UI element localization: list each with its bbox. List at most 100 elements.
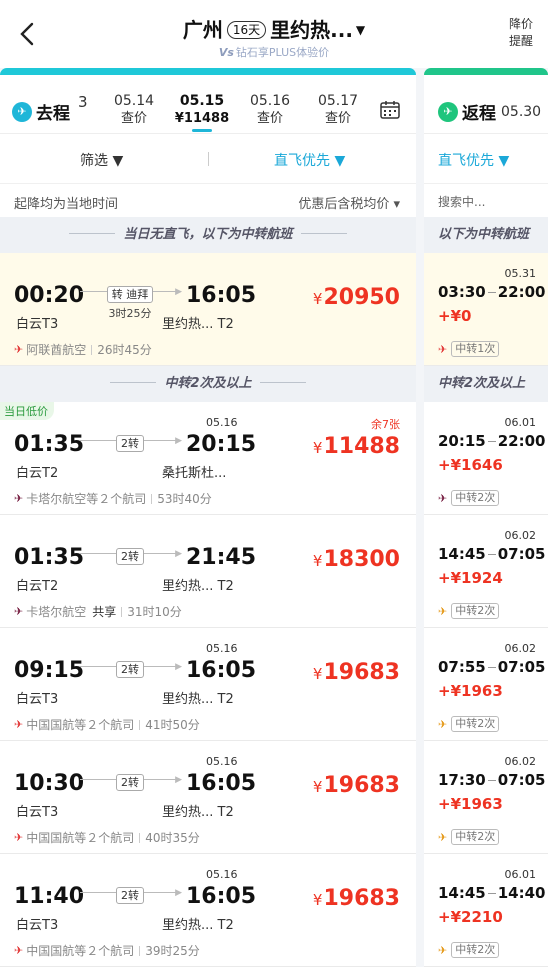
return-label-text: 返程: [462, 104, 496, 124]
return-flight-card[interactable]: 06.01 20:15 22:00 +¥1646 ✈ 中转2次: [424, 402, 548, 515]
date-tab-0517[interactable]: 05.17 查价: [308, 93, 368, 127]
return-flight-card[interactable]: 06.02 07:55 07:05 +¥1963 ✈ 中转2次: [424, 628, 548, 741]
divider: [151, 493, 153, 504]
trip-days-badge: 16天: [226, 21, 267, 39]
arrival-time: 16:05: [186, 771, 257, 796]
arrival-time: 21:45: [186, 545, 257, 570]
date-tab-0516[interactable]: 05.16 查价: [240, 93, 300, 127]
price-value: 20950: [323, 285, 400, 310]
arrow-right-icon: ▶: [175, 775, 182, 785]
destination-city: 里约热...: [270, 18, 353, 42]
departure-airport: 白云T2: [16, 579, 59, 594]
arrival-airport: 里约热... T2: [162, 805, 234, 820]
arrival-date: 05.31: [504, 267, 537, 280]
arrival-date: 06.02: [504, 755, 537, 768]
flight-card[interactable]: 01:35 白云T2 ▶ 2转 21:45 里约热... T2 ¥18300 ✈ 卡塔尔航空 共享…: [0, 515, 416, 628]
ethiopian-logo-icon: ✈: [438, 943, 448, 957]
flight-card[interactable]: 05.16 10:30 白云T3 ▶ 2转 16:05 里约热... T2 ¥19683 ✈ 中国…: [0, 741, 416, 854]
departure-airport: 白云T3: [16, 317, 59, 332]
flight-card[interactable]: 00:20 白云T3 ▶ 转 迪拜 3时25分 16:05 里约热... T2 ¥2…: [0, 253, 416, 366]
return-price-diff: +¥1963: [438, 682, 503, 700]
return-departure-time: 03:30: [438, 283, 486, 301]
flight-price: ¥19683: [312, 660, 400, 685]
flight-price: ¥20950: [312, 285, 400, 310]
date-price: 查价: [324, 111, 351, 126]
return-info-bar: 搜索中...: [424, 183, 548, 217]
divider: [91, 344, 93, 355]
selected-underline: [192, 129, 212, 132]
departure-time: 09:15: [14, 658, 85, 683]
price-mode-select[interactable]: 优惠后含税均价 ▾: [298, 193, 400, 212]
price-value: 11488: [323, 434, 400, 459]
arrival-airport: 里约热... T2: [162, 579, 234, 594]
flight-card[interactable]: 当日低价 05.16 余7张 01:35 白云T2 ▶ 2转 20:15 桑托斯杜... ¥114…: [0, 402, 416, 515]
return-accent-bar: [424, 68, 548, 75]
date-price: 查价: [256, 111, 283, 126]
arrow-right-icon: ▶: [175, 436, 182, 446]
air-china-logo-icon: ✈: [14, 944, 24, 957]
divider: [487, 292, 496, 293]
arrival-date: 05.16: [206, 755, 238, 768]
return-flight-card[interactable]: 06.01 14:45 14:40 +¥2210 ✈ 中转2次: [424, 854, 548, 967]
arrival-date: 05.16: [206, 868, 238, 881]
section-header-transfer: 当日无直飞，以下为中转航班: [0, 217, 416, 253]
route-title[interactable]: 广州 16天 里约热... ▼: [0, 14, 548, 43]
total-duration: 39时25分: [145, 944, 200, 958]
date-tab-partial[interactable]: 3: [78, 93, 88, 111]
price-value: 19683: [323, 660, 400, 685]
total-duration: 31时10分: [127, 605, 182, 619]
arrow-right-icon: ▶: [175, 287, 182, 297]
return-flight-card[interactable]: 06.02 14:45 07:05 +¥1924 ✈ 中转2次: [424, 515, 548, 628]
flight-card[interactable]: 05.16 09:15 白云T3 ▶ 2转 16:05 里约热... T2 ¥19683 ✈ 中国…: [0, 628, 416, 741]
return-flight-card[interactable]: 05.31 03:30 22:00 +¥0 ✈ 中转1次: [424, 253, 548, 366]
divider: [487, 893, 496, 894]
return-price-diff: +¥0: [438, 307, 472, 325]
stops-tag: 中转1次: [451, 341, 500, 357]
outbound-label-text: 去程: [36, 104, 70, 124]
divider: [69, 233, 116, 234]
arrow-right-icon: ▶: [175, 888, 182, 898]
total-duration: 40时35分: [145, 831, 200, 845]
total-duration: 26时45分: [97, 343, 152, 357]
airline-name: 卡塔尔航空等２个航司: [26, 492, 147, 506]
stops-tag: 中转2次: [451, 716, 500, 732]
airline-name: 中国国航等２个航司: [26, 718, 135, 732]
arrival-date: 06.01: [504, 416, 537, 429]
return-sort-direct-first[interactable]: 直飞优先 ▼: [438, 150, 509, 170]
arrival-time: 20:15: [186, 432, 257, 457]
return-arrival-time: 07:05: [497, 771, 546, 789]
section-title: 当日无直飞，以下为中转航班: [123, 227, 293, 242]
return-times: 17:30 07:05: [438, 771, 546, 789]
airline-name: 阿联酋航空: [26, 343, 87, 357]
calendar-icon[interactable]: [380, 101, 400, 119]
divider: [139, 832, 141, 843]
date-tab-0514[interactable]: 05.14 查价: [104, 93, 164, 127]
flight-card[interactable]: 05.16 11:40 白云T3 ▶ 2转 16:05 里约热... T2 ¥19683 ✈ 中国…: [0, 854, 416, 967]
return-airline-info: ✈ 中转2次: [438, 716, 500, 732]
divider: [139, 945, 141, 956]
return-flight-card[interactable]: 06.02 17:30 07:05 +¥1963 ✈ 中转2次: [424, 741, 548, 854]
divider: [300, 233, 347, 234]
qatar-airways-logo-icon: ✈: [14, 492, 24, 505]
return-price-diff: +¥1646: [438, 456, 503, 474]
flight-price: ¥19683: [312, 773, 400, 798]
arrival-date: 06.02: [504, 529, 537, 542]
date-tab-0515[interactable]: 05.15 ¥11488: [172, 93, 232, 132]
date-value: 05.14: [113, 93, 155, 109]
outbound-accent-bar: [0, 68, 416, 75]
transfer-badge: 转 迪拜: [106, 286, 154, 303]
price-alert-button[interactable]: 降价提醒: [506, 16, 536, 50]
filter-button[interactable]: 筛选 ▼: [80, 150, 123, 170]
return-label[interactable]: ✈ 返程 05.30: [438, 99, 541, 124]
return-departure-time: 07:55: [438, 658, 486, 676]
transfer-info: ▶ 2转: [80, 884, 182, 904]
date-value: 05.15: [179, 93, 225, 109]
stops-badge: 2转: [116, 435, 144, 452]
transfer-info: ▶ 2转: [80, 658, 182, 678]
divider: [121, 606, 123, 617]
airline-name: 中国国航等２个航司: [26, 944, 135, 958]
divider: [487, 667, 496, 668]
sort-direct-first[interactable]: 直飞优先 ▼: [274, 150, 345, 170]
return-airline-info: ✈ 中转2次: [438, 829, 500, 845]
divider: [487, 441, 496, 442]
